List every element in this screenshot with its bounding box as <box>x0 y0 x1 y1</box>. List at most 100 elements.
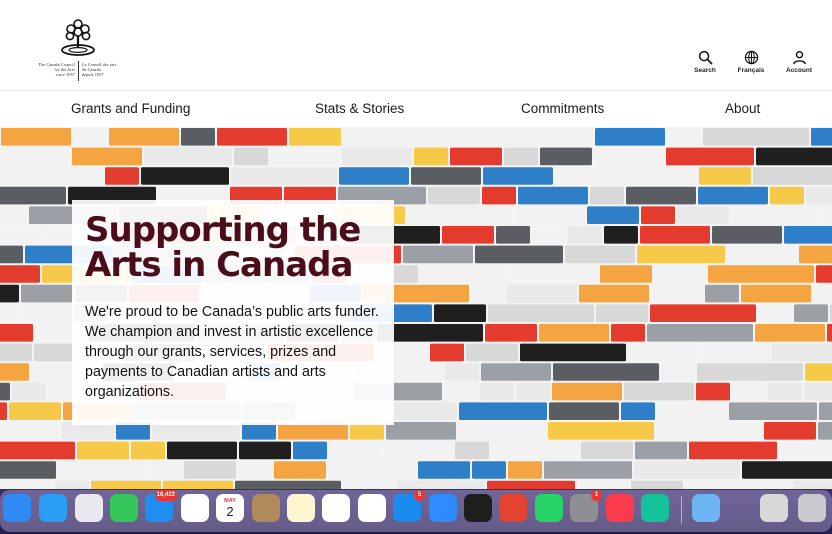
brick <box>274 461 326 479</box>
brick <box>696 382 730 401</box>
brick <box>0 441 75 460</box>
brick <box>799 245 832 264</box>
zoom-icon[interactable] <box>429 494 457 522</box>
hero-title-line: Supporting the <box>85 210 361 250</box>
brick <box>779 441 832 460</box>
brick <box>0 382 10 401</box>
brick <box>631 480 683 489</box>
nav-item-about[interactable]: About <box>725 101 760 116</box>
globe-icon <box>744 50 758 65</box>
brick <box>507 284 577 303</box>
figma-icon[interactable] <box>464 494 492 522</box>
brick <box>784 226 832 244</box>
brick <box>428 186 480 205</box>
messages-icon[interactable] <box>110 494 138 522</box>
nav-item-grants-and-funding[interactable]: Grants and Funding <box>71 101 190 116</box>
language-toggle-button[interactable]: Français <box>731 50 771 74</box>
system-settings-icon[interactable]: 1 <box>570 490 602 522</box>
canada-council-logo[interactable]: The Canada Council for the Arts since 19… <box>20 18 136 84</box>
logo-text-french: Le Conseil des arts du Canada depuis 195… <box>82 62 137 77</box>
safari-icon[interactable] <box>39 494 67 522</box>
brick <box>532 226 566 244</box>
brick <box>770 186 804 205</box>
brick <box>753 167 832 185</box>
brick <box>91 480 161 489</box>
contacts-icon[interactable] <box>252 494 280 522</box>
nav-item-stats-and-stories[interactable]: Stats & Stories <box>315 101 404 116</box>
macos-dock: 16,422 MAY 2 5 1 <box>0 490 832 532</box>
preview-stack-icon[interactable] <box>760 494 788 522</box>
hero-title: Supporting the Arts in Canada <box>85 213 380 283</box>
brick <box>634 461 740 479</box>
brick <box>650 304 756 322</box>
brick <box>656 422 762 440</box>
mail-icon[interactable]: 16,422 <box>145 490 177 522</box>
brick <box>238 461 272 479</box>
brick <box>731 206 819 224</box>
brick <box>666 147 754 166</box>
chrome-icon[interactable] <box>358 494 386 522</box>
user-icon <box>792 50 806 65</box>
brick <box>475 245 563 264</box>
grammarly-icon[interactable] <box>641 494 669 522</box>
whatsapp-icon[interactable] <box>535 494 563 522</box>
brick <box>141 167 229 185</box>
brick <box>445 363 479 381</box>
photos-icon[interactable] <box>181 494 209 522</box>
todoist-icon[interactable] <box>499 494 527 522</box>
music-icon[interactable] <box>606 494 634 522</box>
brick <box>657 402 727 420</box>
brick <box>811 128 832 146</box>
brick <box>594 147 664 166</box>
brick <box>73 128 107 146</box>
brick <box>698 186 768 205</box>
calendar-day: 2 <box>226 503 234 519</box>
brick <box>148 461 182 479</box>
brick <box>768 382 802 401</box>
brick <box>742 461 832 479</box>
calendar-icon[interactable]: MAY 2 <box>216 494 244 522</box>
logo-text-english: The Canada Council for the Arts since 19… <box>20 62 75 77</box>
trash-icon[interactable] <box>798 494 826 522</box>
brick <box>407 206 513 224</box>
brick <box>472 461 506 479</box>
brick <box>72 147 142 166</box>
account-button[interactable]: Account <box>779 50 819 74</box>
logo-line: depuis 1957 <box>82 72 104 77</box>
brick <box>411 167 481 185</box>
brick <box>342 147 412 166</box>
brick <box>0 147 70 166</box>
nav-item-commitments[interactable]: Commitments <box>521 101 604 116</box>
slack-icon[interactable] <box>322 494 350 522</box>
brick <box>805 363 832 381</box>
brick <box>640 226 710 244</box>
brick <box>289 128 341 146</box>
brick <box>515 206 585 224</box>
brick <box>234 147 268 166</box>
brick <box>510 265 598 283</box>
brick <box>508 461 542 479</box>
brick <box>466 343 518 362</box>
brick <box>442 226 494 244</box>
brick <box>21 284 73 303</box>
tree-icon <box>61 19 95 56</box>
brick <box>0 245 23 264</box>
brick <box>0 167 31 185</box>
brick <box>685 480 791 489</box>
brick <box>433 128 503 146</box>
finder-icon[interactable] <box>3 494 31 522</box>
brick <box>609 167 697 185</box>
brick <box>756 147 832 166</box>
downloads-folder-icon[interactable] <box>692 494 720 522</box>
app-store-icon[interactable]: 5 <box>393 490 425 522</box>
notes-icon[interactable] <box>287 494 315 522</box>
brick <box>455 441 489 460</box>
brick <box>505 128 593 146</box>
brick <box>667 128 701 146</box>
brick <box>458 422 546 440</box>
brick <box>504 147 538 166</box>
search-button[interactable]: Search <box>685 50 725 74</box>
hero-title-line: Arts in Canada <box>85 245 353 285</box>
launchpad-icon[interactable] <box>75 494 103 522</box>
main-nav: Grants and Funding Stats & Stories Commi… <box>0 90 832 127</box>
